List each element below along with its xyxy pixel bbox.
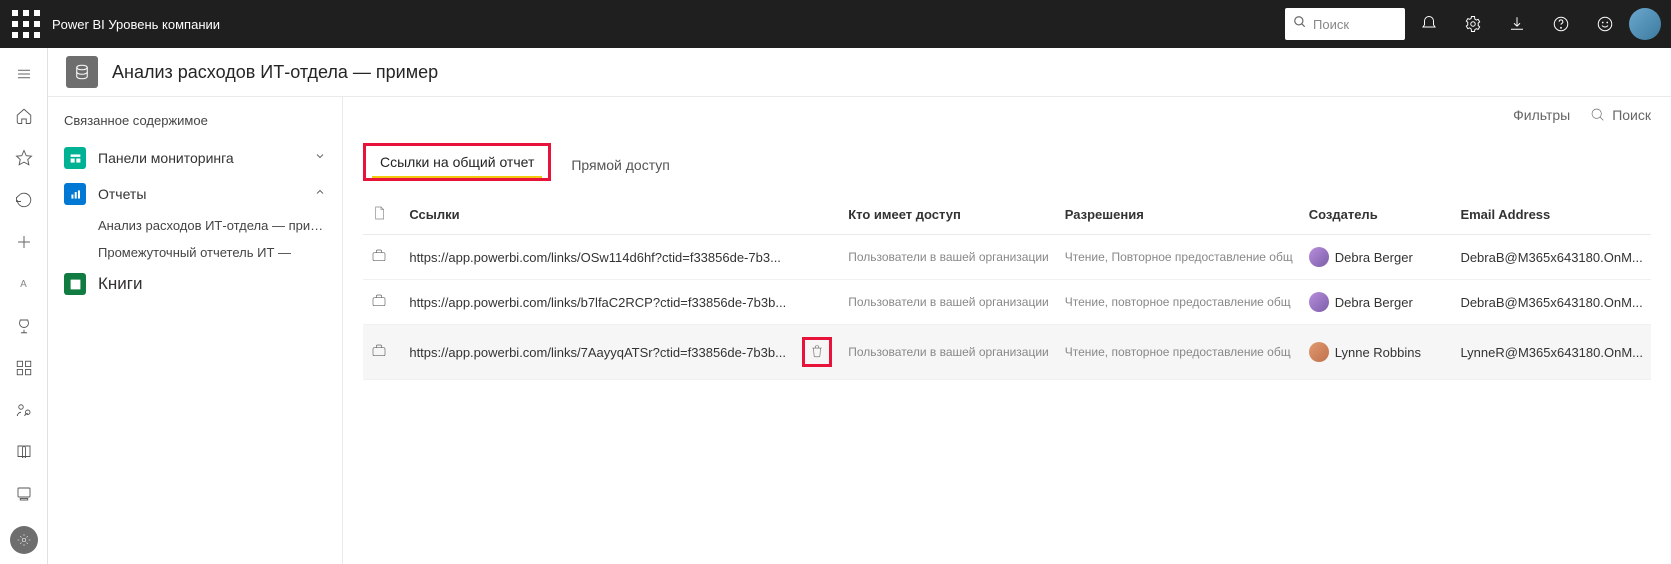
table-header-row: Ссылки Кто имеет доступ Разрешения Созда… xyxy=(363,195,1651,235)
access-tabs: Ссылки на общий отчет Прямой доступ xyxy=(343,133,1671,181)
reports-group[interactable]: Отчеты xyxy=(48,176,342,212)
table-row[interactable]: https://app.powerbi.com/links/b7lfaC2RCP… xyxy=(363,280,1651,325)
related-content-title: Связанное содержимое xyxy=(48,107,342,140)
home-icon[interactable] xyxy=(4,96,44,136)
perm-cell: Чтение, повторное предоставление общ xyxy=(1057,325,1301,380)
col-type-icon xyxy=(363,195,401,235)
link-cell[interactable]: https://app.powerbi.com/links/b7lfaC2RCP… xyxy=(401,280,794,325)
menu-icon[interactable] xyxy=(4,54,44,94)
table-row[interactable]: https://app.powerbi.com/links/OSw114d6hf… xyxy=(363,235,1651,280)
creator-cell: Lynne Robbins xyxy=(1301,325,1453,380)
row-actions xyxy=(794,280,840,325)
user-avatar-icon xyxy=(1309,247,1329,267)
workspace-header: Анализ расходов ИТ-отдела — пример xyxy=(48,48,1671,96)
col-actions xyxy=(794,195,840,235)
email-cell: DebraB@M365x643180.OnM... xyxy=(1452,280,1651,325)
workspaces-icon[interactable] xyxy=(4,474,44,514)
datasets-icon[interactable]: A xyxy=(4,264,44,304)
chevron-up-icon xyxy=(314,185,326,203)
who-cell: Пользователи в вашей организации xyxy=(840,325,1057,380)
col-permissions[interactable]: Разрешения xyxy=(1057,195,1301,235)
callout-delete-link xyxy=(802,337,832,367)
apps-icon[interactable] xyxy=(4,348,44,388)
dashboards-group[interactable]: Панели мониторинга xyxy=(48,140,342,176)
perm-cell: Чтение, повторное предоставление общ xyxy=(1057,280,1301,325)
reports-label: Отчеты xyxy=(98,186,314,202)
user-avatar-icon xyxy=(1309,342,1329,362)
workspace-title: Анализ расходов ИТ-отдела — пример xyxy=(112,62,438,83)
col-who[interactable]: Кто имеет доступ xyxy=(840,195,1057,235)
table-row[interactable]: https://app.powerbi.com/links/7AayyqATSr… xyxy=(363,325,1651,380)
search-placeholder: Поиск xyxy=(1313,17,1349,32)
search-icon xyxy=(1293,15,1307,34)
row-actions xyxy=(794,235,840,280)
workbook-icon xyxy=(64,273,86,295)
callout-shared-links: Ссылки на общий отчет xyxy=(363,143,551,181)
admin-icon[interactable] xyxy=(10,526,38,554)
col-links[interactable]: Ссылки xyxy=(401,195,794,235)
main-content: Фильтры Поиск Ссылки на общий отчет Прям… xyxy=(343,97,1671,564)
workbooks-label: Книги xyxy=(98,274,326,294)
report-icon xyxy=(64,183,86,205)
dashboards-label: Панели мониторинга xyxy=(98,150,314,166)
delete-icon[interactable] xyxy=(810,344,824,361)
org-link-icon xyxy=(363,325,401,380)
col-email[interactable]: Email Address xyxy=(1452,195,1651,235)
content-search[interactable]: Поиск xyxy=(1590,107,1651,123)
row-actions xyxy=(794,325,840,380)
learn-icon[interactable] xyxy=(4,432,44,472)
search-icon xyxy=(1590,107,1606,123)
nav-rail: A xyxy=(0,48,48,564)
help-icon[interactable] xyxy=(1541,4,1581,44)
workspace-type-icon xyxy=(66,56,98,88)
workbooks-group[interactable]: Книги xyxy=(48,266,342,302)
tab-direct-access[interactable]: Прямой доступ xyxy=(557,149,684,181)
org-link-icon xyxy=(363,280,401,325)
recent-icon[interactable] xyxy=(4,180,44,220)
who-cell: Пользователи в вашей организации xyxy=(840,235,1057,280)
link-cell[interactable]: https://app.powerbi.com/links/7AayyqATSr… xyxy=(401,325,794,380)
create-icon[interactable] xyxy=(4,222,44,262)
goals-icon[interactable] xyxy=(4,306,44,346)
shared-icon[interactable] xyxy=(4,390,44,430)
report-item-1[interactable]: Анализ расходов ИТ-отдела — пример xyxy=(48,212,342,239)
org-link-icon xyxy=(363,235,401,280)
who-cell: Пользователи в вашей организации xyxy=(840,280,1057,325)
related-content-panel: Связанное содержимое Панели мониторинга … xyxy=(48,97,343,564)
content-search-label: Поиск xyxy=(1612,107,1651,123)
filters-button[interactable]: Фильтры xyxy=(1513,107,1570,123)
feedback-icon[interactable] xyxy=(1585,4,1625,44)
notifications-icon[interactable] xyxy=(1409,4,1449,44)
dashboard-icon xyxy=(64,147,86,169)
user-avatar[interactable] xyxy=(1629,8,1661,40)
download-icon[interactable] xyxy=(1497,4,1537,44)
favorites-icon[interactable] xyxy=(4,138,44,178)
col-creator[interactable]: Создатель xyxy=(1301,195,1453,235)
brand-label: Power BI Уровень компании xyxy=(52,17,220,32)
email-cell: LynneR@M365x643180.OnM... xyxy=(1452,325,1651,380)
perm-cell: Чтение, Повторное предоставление общ xyxy=(1057,235,1301,280)
email-cell: DebraB@M365x643180.OnM... xyxy=(1452,235,1651,280)
global-search[interactable]: Поиск xyxy=(1285,8,1405,40)
creator-cell: Debra Berger xyxy=(1301,235,1453,280)
chevron-down-icon xyxy=(314,149,326,167)
top-bar: Power BI Уровень компании Поиск xyxy=(0,0,1671,48)
link-cell[interactable]: https://app.powerbi.com/links/OSw114d6hf… xyxy=(401,235,794,280)
app-launcher-icon[interactable] xyxy=(10,8,42,40)
main-toolbar: Фильтры Поиск xyxy=(343,97,1671,133)
report-item-2[interactable]: Промежуточный отчетель ИТ — xyxy=(48,239,342,266)
tab-shared-links[interactable]: Ссылки на общий отчет xyxy=(366,146,548,178)
settings-icon[interactable] xyxy=(1453,4,1493,44)
user-avatar-icon xyxy=(1309,292,1329,312)
creator-cell: Debra Berger xyxy=(1301,280,1453,325)
links-table: Ссылки Кто имеет доступ Разрешения Созда… xyxy=(363,195,1651,380)
